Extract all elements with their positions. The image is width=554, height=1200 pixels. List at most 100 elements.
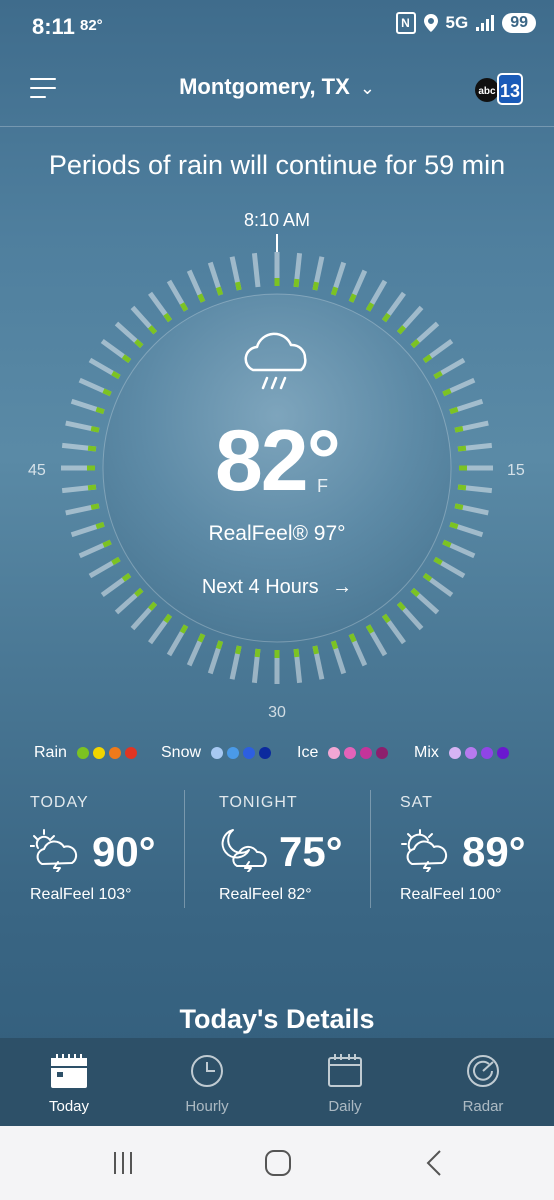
legend-dot (227, 747, 240, 759)
sun-cloud-storm-icon (30, 829, 78, 872)
rain-minute-mark (163, 312, 173, 323)
chevron-down-icon: ⌄ (359, 78, 375, 98)
legend-dot (108, 747, 121, 759)
dial-mark-30: 30 (268, 704, 286, 721)
forecast-title: TONIGHT (219, 794, 298, 811)
legend-ice-label: Ice (297, 744, 319, 761)
rain-minute-mark (163, 613, 173, 624)
rain-minute-mark (134, 339, 144, 349)
rain-minute-mark (111, 556, 121, 566)
legend-rain: Rain (34, 744, 137, 762)
rain-minute-mark (381, 613, 391, 624)
tab-label: Radar (462, 1098, 504, 1115)
tab-label: Daily (328, 1098, 362, 1115)
location-name: Montgomery, TX (179, 74, 350, 99)
forecast-sat[interactable]: SAT 89° RealFeel 100° (400, 790, 540, 908)
sun-cloud-storm-icon (401, 829, 448, 872)
tab-radar[interactable]: Radar (414, 1038, 552, 1126)
legend-snow: Snow (161, 744, 272, 762)
network-type: 5G (445, 13, 469, 32)
legend-mix-label: Mix (414, 744, 439, 761)
rain-minute-mark (215, 286, 224, 296)
status-temperature: 82° (80, 17, 103, 34)
rain-minute-mark (410, 339, 420, 349)
cloud-rain-icon (244, 332, 307, 390)
abc13-logo[interactable]: abc 13 (474, 72, 524, 106)
forecast-temperature: 90° (92, 828, 156, 875)
forecast-summary: TODAY 90° RealFeel 103° TONIGHT 75° Real… (0, 790, 554, 910)
rain-minute-mark (197, 293, 206, 303)
precipitation-legend: Rain Snow Ice Mix (0, 744, 554, 768)
rain-minute-mark (121, 354, 132, 364)
status-bar: 8:11 82° N 5G 99 (0, 0, 554, 52)
legend-dot (376, 747, 389, 759)
forecast-realfeel: RealFeel 82° (219, 886, 312, 903)
legend-dot (480, 747, 493, 759)
rain-minute-mark (330, 640, 339, 650)
moon-cloud-storm-icon (221, 829, 267, 872)
rain-minute-mark (396, 601, 406, 611)
recent-apps-button[interactable] (103, 1146, 143, 1180)
forecast-title: TODAY (30, 794, 89, 811)
next-hours-link[interactable]: Next 4 Hours → (0, 576, 554, 599)
rain-minute-mark (293, 278, 300, 288)
rain-minute-mark (235, 645, 242, 655)
current-temperature: 82° (214, 413, 341, 509)
rain-minute-mark (365, 624, 375, 634)
legend-dot (211, 747, 224, 759)
forecast-divider (184, 790, 185, 908)
logo-text-abc: abc (478, 86, 496, 97)
tab-today[interactable]: Today (0, 1038, 138, 1126)
rain-minute-mark (254, 648, 261, 658)
forecast-temperature: 75° (279, 828, 343, 875)
rain-minute-mark (179, 624, 189, 634)
battery-badge: 99 (502, 13, 536, 33)
home-button[interactable] (258, 1146, 298, 1180)
status-time: 8:11 (32, 14, 75, 39)
back-button[interactable] (414, 1146, 454, 1180)
legend-dot (448, 747, 461, 759)
tab-daily[interactable]: Daily (276, 1038, 414, 1126)
location-selector[interactable]: Montgomery, TX ⌄ (0, 74, 554, 100)
legend-dot (259, 747, 272, 759)
legend-dot (76, 747, 89, 759)
rain-minute-mark (348, 633, 357, 643)
rain-minute-mark (442, 388, 452, 397)
forecast-temperature: 89° (462, 828, 526, 875)
legend-dot (328, 747, 341, 759)
rain-minute-mark (179, 302, 189, 312)
legend-snow-label: Snow (161, 744, 202, 761)
legend-dot (360, 747, 373, 759)
legend-dot (243, 747, 256, 759)
forecast-today[interactable]: TODAY 90° RealFeel 103° (30, 790, 180, 908)
rain-minute-mark (365, 302, 375, 312)
legend-dot (496, 747, 509, 759)
rain-minute-mark (396, 325, 406, 335)
legend-ice: Ice (297, 744, 389, 762)
forecast-title: SAT (400, 794, 433, 811)
arrow-right-icon: → (332, 576, 353, 598)
signal-icon (476, 15, 495, 31)
rain-minute-mark (148, 601, 158, 611)
rain-minute-mark (102, 388, 112, 397)
bottom-tab-bar: Today Hourly Daily Radar (0, 1038, 554, 1126)
rain-minute-mark (433, 370, 443, 380)
forecast-realfeel: RealFeel 103° (30, 886, 132, 903)
rain-minute-mark (433, 556, 443, 566)
tab-hourly[interactable]: Hourly (138, 1038, 276, 1126)
rain-minute-mark (293, 648, 300, 658)
legend-dot (464, 747, 477, 759)
rain-minute-mark (197, 633, 206, 643)
forecast-realfeel: RealFeel 100° (400, 886, 502, 903)
temperature-unit: F (317, 476, 328, 496)
tab-label: Today (48, 1098, 90, 1115)
app-header: Montgomery, TX ⌄ abc 13 (0, 56, 554, 127)
forecast-tonight[interactable]: TONIGHT 75° RealFeel 82° (219, 790, 364, 908)
next-hours-label: Next 4 Hours (201, 576, 319, 598)
nfc-icon: N (395, 12, 416, 34)
calendar-icon (328, 1054, 362, 1087)
rain-minute-mark (111, 370, 121, 380)
rain-minute-mark (312, 281, 319, 291)
legend-dot (124, 747, 137, 759)
realfeel-temperature: RealFeel® 97° (208, 522, 346, 545)
